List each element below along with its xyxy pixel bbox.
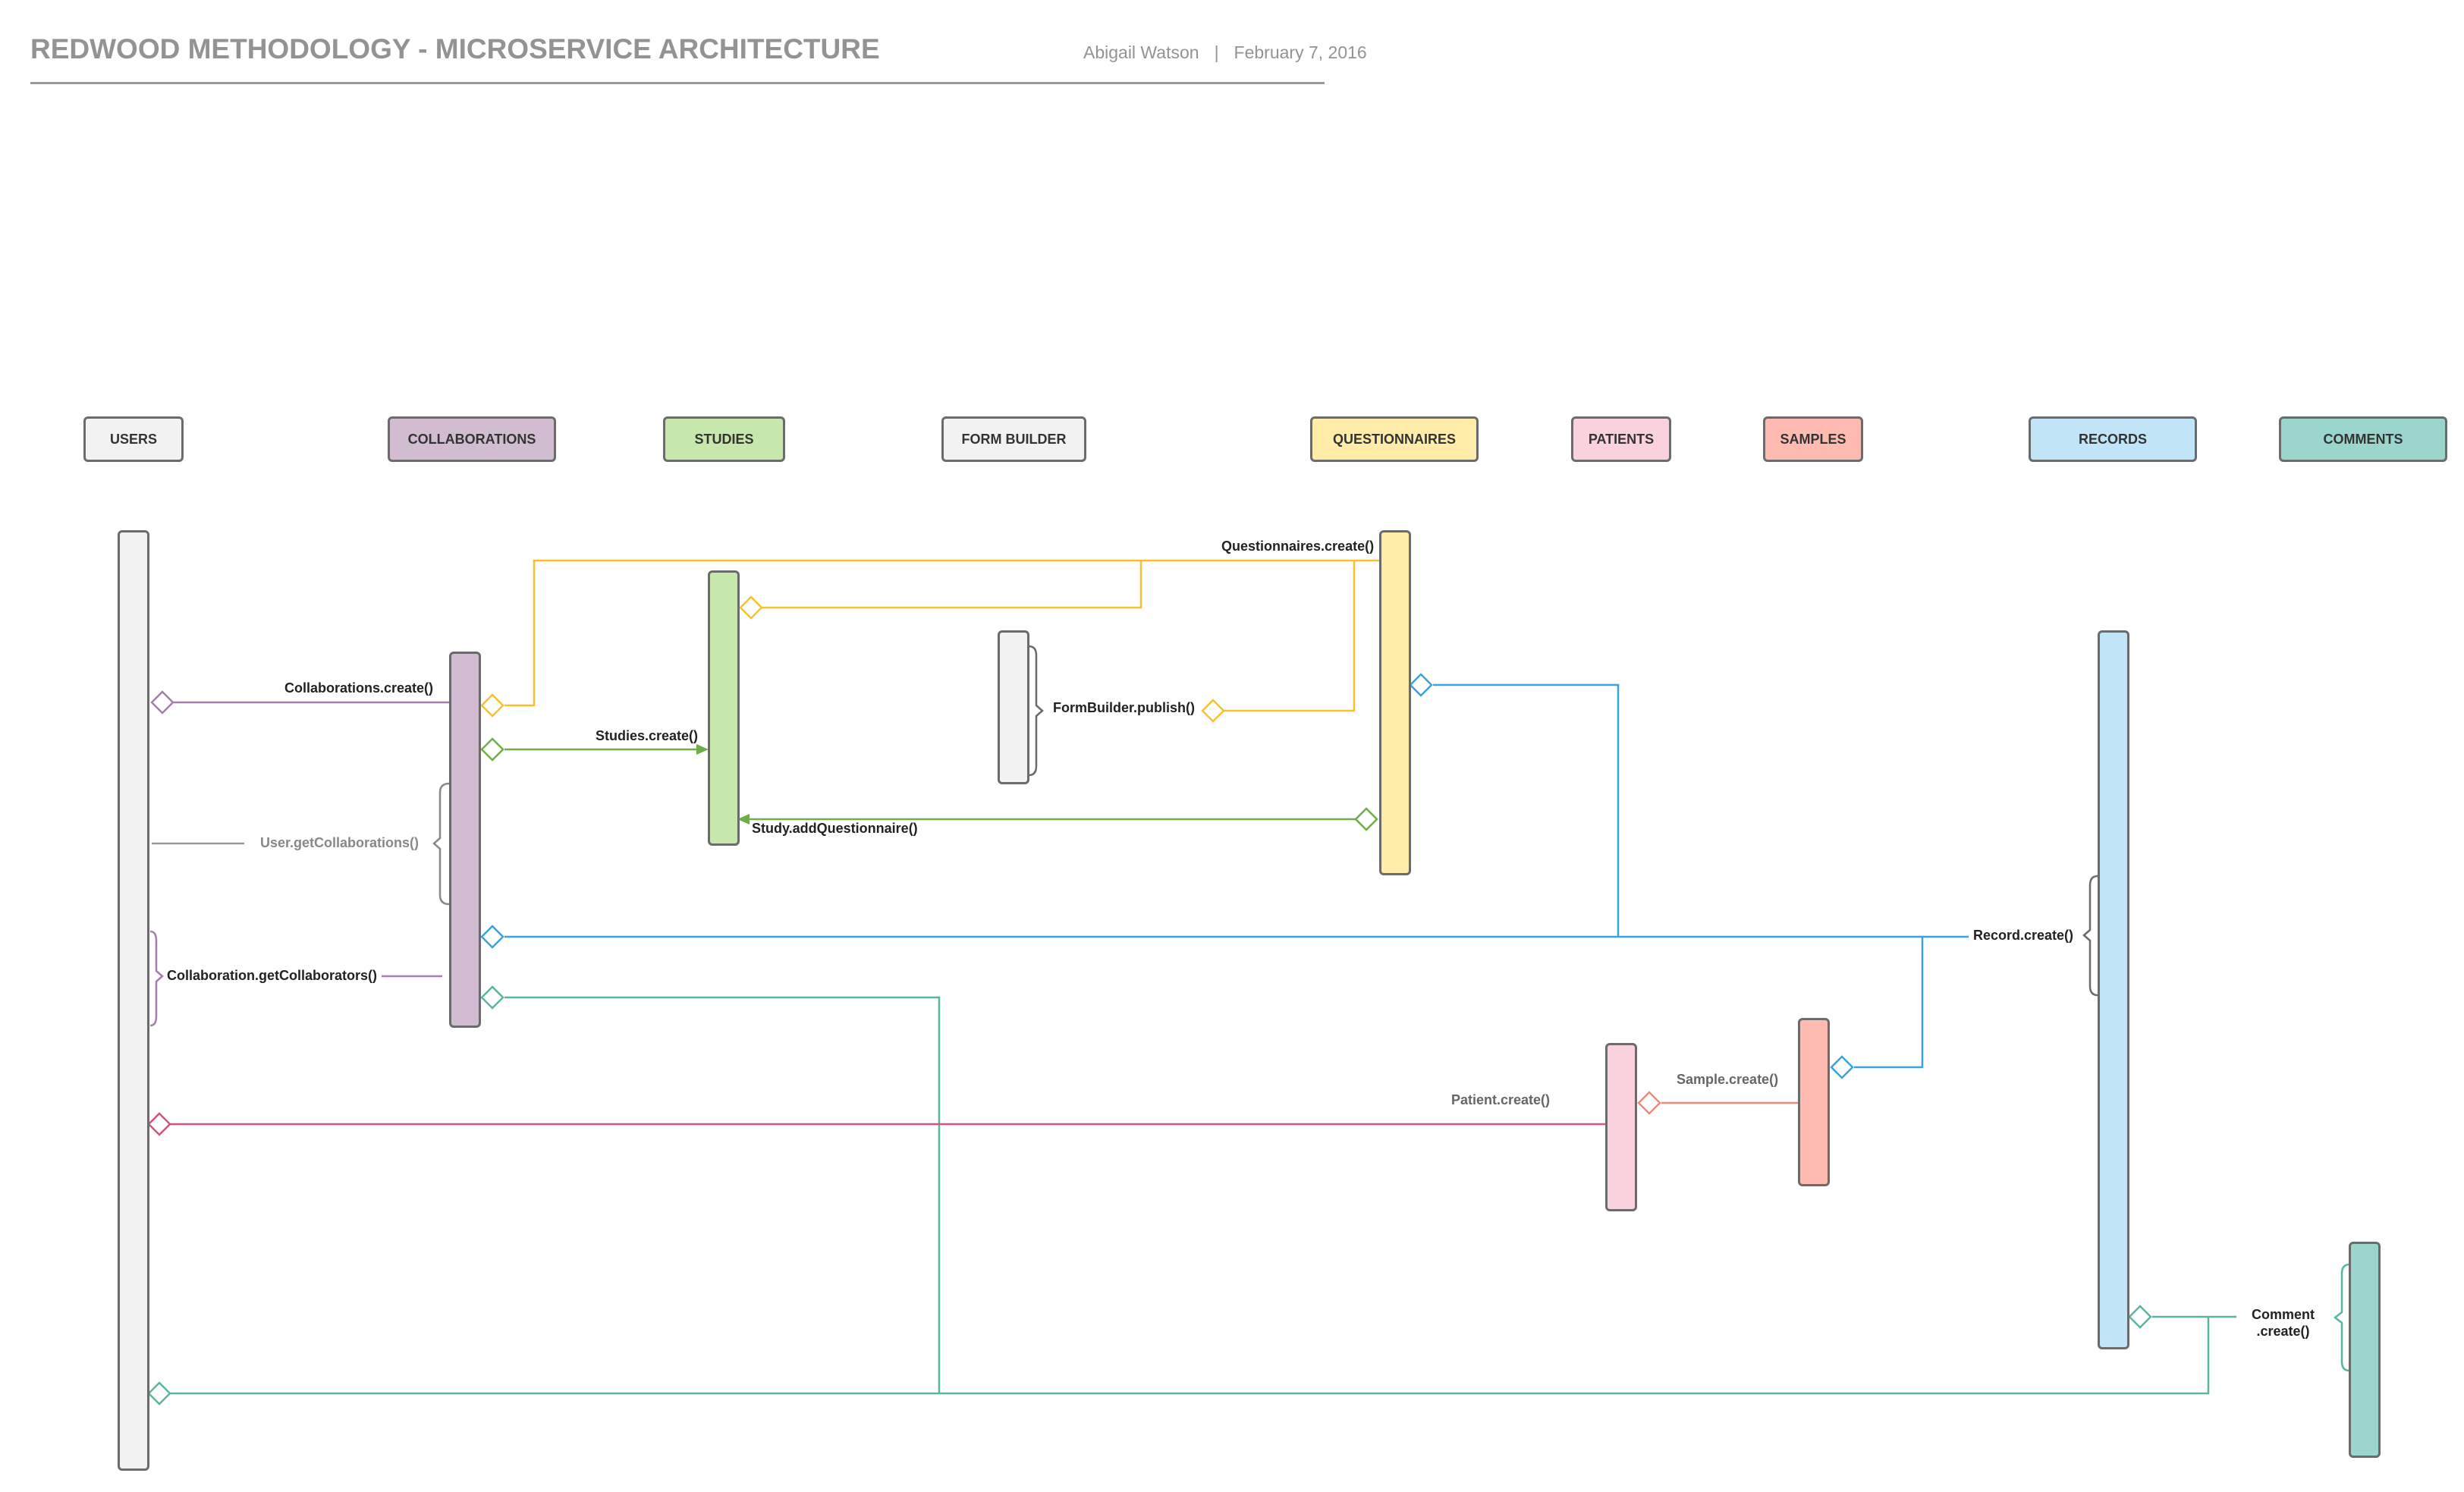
wire-samples-record: [1854, 937, 1924, 1069]
wire-questionnaires-to-studies: [762, 561, 1142, 609]
diamond-formbuilder: [1201, 699, 1225, 723]
diamond-records-comments: [2128, 1305, 2152, 1329]
brace-user-get-collaborations: [432, 782, 450, 906]
diamond-questionnaires-records: [1409, 673, 1433, 697]
brace-comment-create: [2333, 1263, 2350, 1372]
diamond-collab-studies: [480, 737, 504, 762]
msg-comment-create-line2: .create(): [2256, 1324, 2310, 1339]
lifeline-form-builder[interactable]: [998, 630, 1029, 784]
lifeline-samples[interactable]: [1798, 1018, 1830, 1186]
lifeline-records[interactable]: [2098, 630, 2129, 1349]
msg-collaboration-get-collaborators: Collaboration.getCollaborators(): [167, 968, 378, 983]
msg-studies-create: Studies.create(): [596, 728, 699, 743]
diamond-questionnaires-studies: [1354, 807, 1378, 831]
msg-questionnaires-create: Questionnaires.create(): [1221, 539, 1375, 554]
diamond-collab-questionnaires: [480, 693, 504, 718]
wire-collaborations-comments: [504, 996, 941, 1393]
lifeline-collaborations[interactable]: [449, 652, 481, 1028]
lifeline-comments[interactable]: [2349, 1242, 2381, 1458]
msg-sample-create: Sample.create(): [1677, 1072, 1779, 1087]
msg-study-add-questionnaire: Study.addQuestionnaire(): [752, 821, 918, 836]
diamond-users-collab: [150, 690, 174, 715]
brace-record-create: [2082, 875, 2098, 997]
diamond-patients-samples: [1637, 1091, 1661, 1115]
lifeline-patients[interactable]: [1605, 1043, 1637, 1211]
msg-comment-create: Comment .create(): [2252, 1306, 2315, 1340]
msg-record-create: Record.create(): [1973, 928, 2074, 943]
diamond-users-comments: [147, 1381, 171, 1406]
connector-layer: [147, 559, 2350, 1406]
msg-user-get-collaborations: User.getCollaborations(): [260, 835, 420, 850]
diamond-samples-records: [1830, 1055, 1854, 1079]
diamond-studies-questionnaires: [739, 595, 763, 620]
lifeline-questionnaires[interactable]: [1379, 530, 1411, 875]
msg-patient-create: Patient.create(): [1451, 1092, 1551, 1107]
diamond-collab-records: [480, 925, 504, 949]
brace-get-collaborators: [149, 930, 164, 1027]
diamond-users-patients: [147, 1112, 171, 1136]
msg-collaborations-create: Collaborations.create(): [284, 680, 434, 696]
arrowhead-studies-create: [696, 744, 709, 755]
wire-users-comments: [169, 1317, 2210, 1395]
lifeline-studies[interactable]: [708, 570, 740, 846]
brace-formbuilder: [1028, 645, 1044, 777]
lifeline-users[interactable]: [118, 530, 149, 1471]
diamond-collab-comments: [480, 985, 504, 1010]
msg-comment-create-line1: Comment: [2252, 1307, 2315, 1322]
msg-formbuilder-publish: FormBuilder.publish(): [1053, 700, 1195, 715]
wire-questionnaires-record: [1433, 683, 1620, 937]
wire-questionnaires-to-formbuilder: [1224, 561, 1356, 712]
wire-questionnaires-create: [504, 559, 1379, 707]
